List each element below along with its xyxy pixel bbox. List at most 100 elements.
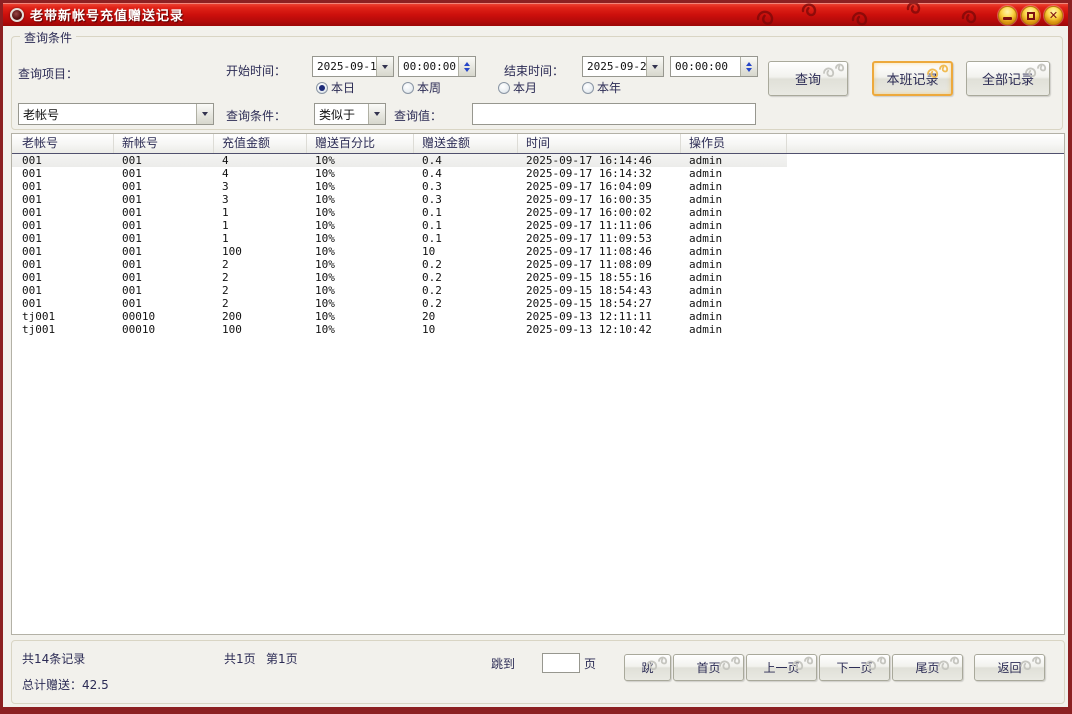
start-date-dropdown-icon[interactable] <box>376 57 393 76</box>
table-row[interactable]: 001001110%0.12025-09-17 11:09:53admin <box>12 232 1064 245</box>
jump-page-input[interactable] <box>542 653 580 673</box>
prev-page-button[interactable]: 上一页 <box>746 654 817 681</box>
column-header[interactable]: 赠送百分比 <box>307 134 414 153</box>
query-item-dropdown-icon[interactable] <box>196 104 213 124</box>
radio-option[interactable]: 本月 <box>498 79 582 96</box>
table-row[interactable]: 001001310%0.32025-09-17 16:04:09admin <box>12 180 1064 193</box>
end-time-spinner[interactable]: 00:00:00 <box>670 56 758 77</box>
table-cell: 10% <box>307 284 414 297</box>
table-row[interactable]: 001001310%0.32025-09-17 16:00:35admin <box>12 193 1064 206</box>
query-item-combobox[interactable]: 老帐号 <box>18 103 214 125</box>
next-page-button[interactable]: 下一页 <box>819 654 890 681</box>
table-row[interactable]: 001001210%0.22025-09-17 11:08:09admin <box>12 258 1064 271</box>
last-page-button[interactable]: 尾页 <box>892 654 963 681</box>
table-cell: admin <box>681 206 787 219</box>
condition-combobox[interactable]: 类似于 <box>314 103 386 125</box>
page-current-label: 第1页 <box>266 650 298 667</box>
close-button[interactable]: ✕ <box>1044 6 1063 25</box>
table-row[interactable]: 001001410%0.42025-09-17 16:14:32admin <box>12 167 1064 180</box>
column-header[interactable]: 赠送金额 <box>414 134 518 153</box>
table-cell: 0.2 <box>414 271 518 284</box>
table-cell: 2025-09-17 16:00:35 <box>518 193 681 206</box>
page-unit-label: 页 <box>584 655 596 672</box>
table-cell: 10 <box>414 323 518 336</box>
table-cell: 2 <box>214 258 307 271</box>
table-cell: 3 <box>214 193 307 206</box>
end-time-spin-icon[interactable] <box>740 57 757 76</box>
table-cell: 10% <box>307 297 414 310</box>
shift-records-button[interactable]: 本班记录 <box>872 61 953 96</box>
column-header[interactable]: 老帐号 <box>12 134 114 153</box>
table-cell: 001 <box>12 232 114 245</box>
radio-circle-icon[interactable] <box>402 82 414 94</box>
table-cell: 10% <box>307 193 414 206</box>
table-cell: admin <box>681 154 787 167</box>
radio-option[interactable]: 本周 <box>402 79 498 96</box>
table-cell: 100 <box>214 245 307 258</box>
table-cell: 00010 <box>114 323 214 336</box>
table-row[interactable]: 001001110%0.12025-09-17 16:00:02admin <box>12 206 1064 219</box>
table-cell: 2025-09-15 18:55:16 <box>518 271 681 284</box>
table-cell: 001 <box>114 258 214 271</box>
start-time-spin-icon[interactable] <box>458 57 475 76</box>
minimize-button[interactable] <box>998 6 1017 25</box>
condition-dropdown-icon[interactable] <box>368 104 385 124</box>
table-cell: 10% <box>307 180 414 193</box>
swirl-decoration-icon <box>925 64 950 80</box>
start-date-picker[interactable]: 2025-09-19 <box>312 56 394 77</box>
table-cell: 0.2 <box>414 258 518 271</box>
table-cell: 100 <box>214 323 307 336</box>
table-row[interactable]: 001001410%0.42025-09-17 16:14:46admin <box>12 154 787 167</box>
end-date-dropdown-icon[interactable] <box>646 57 663 76</box>
first-page-button[interactable]: 首页 <box>673 654 744 681</box>
table-row[interactable]: 001001210%0.22025-09-15 18:55:16admin <box>12 271 1064 284</box>
query-button[interactable]: 查询 <box>768 61 848 96</box>
table-cell: 0.2 <box>414 297 518 310</box>
table-cell: 2025-09-15 18:54:43 <box>518 284 681 297</box>
table-cell: 2 <box>214 271 307 284</box>
end-date-picker[interactable]: 2025-09-20 <box>582 56 664 77</box>
title-bar[interactable]: 老带新帐号充值赠送记录 ✕ <box>3 3 1068 26</box>
start-time-spinner[interactable]: 00:00:00 <box>398 56 476 77</box>
query-value-input[interactable] <box>472 103 756 125</box>
table-cell: 001 <box>114 193 214 206</box>
table-cell: admin <box>681 232 787 245</box>
table-cell: 2025-09-17 16:14:32 <box>518 167 681 180</box>
column-header[interactable]: 操作员 <box>681 134 787 153</box>
table-cell: admin <box>681 323 787 336</box>
table-cell: 2 <box>214 284 307 297</box>
table-row[interactable]: tj0010001010010%102025-09-13 12:10:42adm… <box>12 323 1064 336</box>
radio-circle-icon[interactable] <box>582 82 594 94</box>
jump-button[interactable]: 跳 <box>624 654 671 681</box>
table-cell: admin <box>681 297 787 310</box>
jump-to-label: 跳到 <box>491 655 515 672</box>
table-cell: 2025-09-13 12:11:11 <box>518 310 681 323</box>
table-row[interactable]: 001001110%0.12025-09-17 11:11:06admin <box>12 219 1064 232</box>
status-bar: 共14条记录 总计赠送：42.5 共1页 第1页 跳到 页 跳 首页 上一页 下… <box>11 640 1065 704</box>
table-cell: 10% <box>307 232 414 245</box>
table-row[interactable]: 001001210%0.22025-09-15 18:54:27admin <box>12 297 1064 310</box>
column-header[interactable]: 新帐号 <box>114 134 214 153</box>
table-cell: 2025-09-17 11:11:06 <box>518 219 681 232</box>
radio-label: 本月 <box>513 79 537 96</box>
table-row[interactable]: tj0010001020010%202025-09-13 12:11:11adm… <box>12 310 1064 323</box>
column-header[interactable]: 时间 <box>518 134 681 153</box>
radio-circle-icon[interactable] <box>498 82 510 94</box>
radio-circle-icon[interactable] <box>316 82 328 94</box>
table-cell: 001 <box>12 167 114 180</box>
table-row[interactable]: 001001210%0.22025-09-15 18:54:43admin <box>12 284 1064 297</box>
radio-option[interactable]: 本日 <box>316 79 402 96</box>
back-button[interactable]: 返回 <box>974 654 1045 681</box>
radio-option[interactable]: 本年 <box>582 79 642 96</box>
table-cell: 2025-09-17 16:04:09 <box>518 180 681 193</box>
table-cell: 10% <box>307 167 414 180</box>
table-cell: 0.1 <box>414 206 518 219</box>
window-title: 老带新帐号充值赠送记录 <box>30 5 184 24</box>
pagination-buttons: 跳 首页 上一页 下一页 尾页 返回 <box>624 654 1045 681</box>
all-records-button[interactable]: 全部记录 <box>966 61 1050 96</box>
record-count-label: 共14条记录 <box>22 650 85 667</box>
maximize-button[interactable] <box>1021 6 1040 25</box>
table-cell: 001 <box>12 297 114 310</box>
column-header[interactable]: 充值金额 <box>214 134 307 153</box>
table-row[interactable]: 00100110010%102025-09-17 11:08:46admin <box>12 245 1064 258</box>
